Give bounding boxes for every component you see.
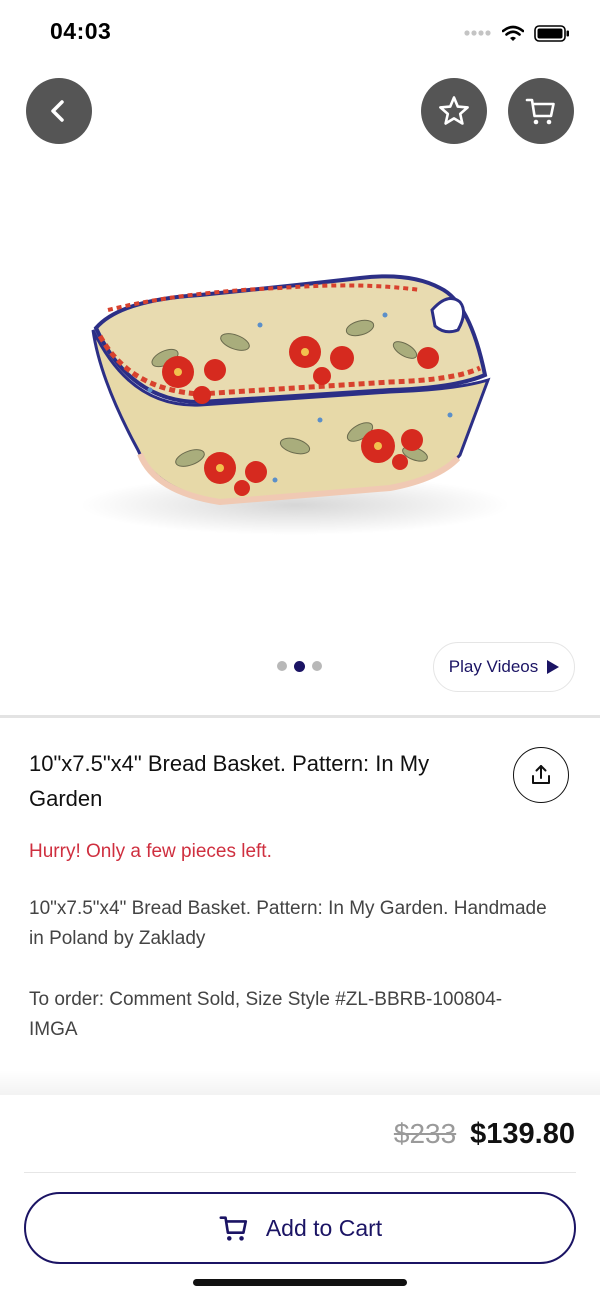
image-pagination-dots[interactable] xyxy=(277,660,322,672)
home-indicator[interactable] xyxy=(193,1279,407,1286)
price-row: $233 $139.80 xyxy=(394,1118,575,1151)
original-price: $233 xyxy=(393,1118,457,1149)
wifi-icon xyxy=(502,25,524,41)
status-icons xyxy=(464,22,570,44)
add-to-cart-label: Add to Cart xyxy=(265,1214,383,1241)
cart-icon xyxy=(219,1216,247,1241)
cart-icon xyxy=(525,98,555,125)
battery-icon xyxy=(534,24,569,42)
section-divider xyxy=(0,715,600,718)
back-button[interactable] xyxy=(26,78,92,144)
cellular-signal-icon xyxy=(464,30,491,36)
status-bar: 04:03 xyxy=(0,0,600,64)
description-paragraph: 10"x7.5"x4" Bread Basket. Pattern: In My… xyxy=(29,898,547,949)
share-button[interactable] xyxy=(513,747,569,803)
status-time: 04:03 xyxy=(50,18,112,44)
product-description: 10"x7.5"x4" Bread Basket. Pattern: In My… xyxy=(29,894,549,1076)
cart-button[interactable] xyxy=(508,78,574,144)
play-videos-button[interactable]: Play Videos xyxy=(433,642,575,692)
share-icon xyxy=(532,765,550,784)
description-paragraph: To order: Comment Sold, Size Style #ZL-B… xyxy=(29,989,503,1040)
add-to-cart-button[interactable]: Add to Cart xyxy=(24,1192,576,1264)
footer-divider xyxy=(24,1172,576,1173)
play-icon xyxy=(547,660,560,674)
pagination-dot[interactable] xyxy=(312,661,322,671)
pagination-dot-active[interactable] xyxy=(294,660,305,672)
chevron-left-icon xyxy=(51,100,64,122)
play-videos-label: Play Videos xyxy=(448,657,539,676)
favorite-button[interactable] xyxy=(421,78,487,144)
product-image[interactable] xyxy=(60,240,520,550)
footer-shadow xyxy=(0,1070,600,1096)
stock-warning: Hurry! Only a few pieces left. xyxy=(29,841,272,862)
sale-price: $139.80 xyxy=(470,1118,575,1150)
pagination-dot[interactable] xyxy=(277,661,287,671)
product-title: 10"x7.5"x4" Bread Basket. Pattern: In My… xyxy=(29,751,430,811)
star-icon xyxy=(439,96,469,125)
